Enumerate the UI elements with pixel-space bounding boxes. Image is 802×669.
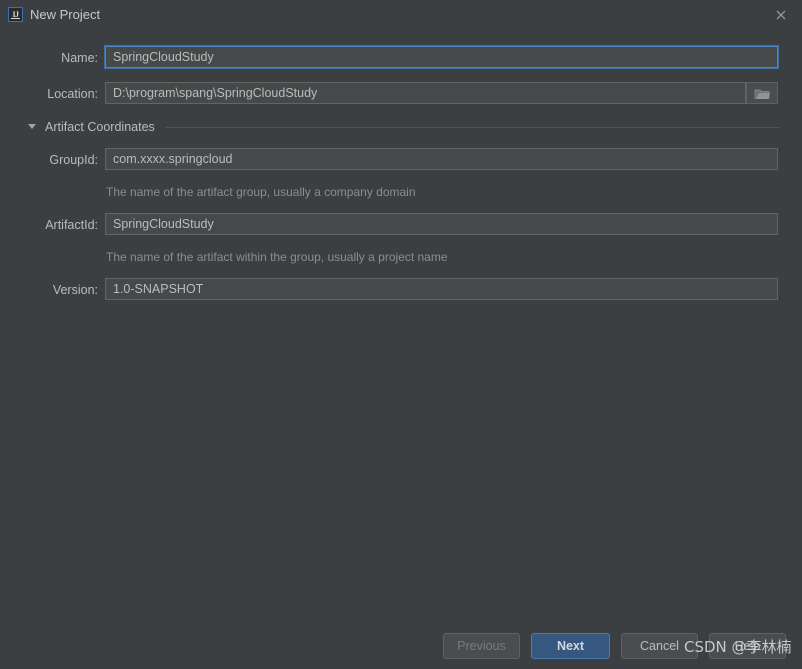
previous-button[interactable]: Previous [443,633,520,659]
name-label: Name: [61,51,98,65]
cancel-button[interactable]: Cancel [621,633,698,659]
next-button[interactable]: Next [531,633,610,659]
artifactid-helper-text: The name of the artifact within the grou… [106,250,448,264]
close-icon[interactable] [772,6,790,24]
section-divider [166,127,780,128]
location-label: Location: [47,87,98,101]
name-input[interactable]: SpringCloudStudy [105,46,778,68]
folder-icon[interactable] [746,82,778,104]
artifact-coordinates-toggle[interactable] [28,124,36,129]
help-button[interactable]: Help [709,633,786,659]
groupid-input[interactable]: com.xxxx.springcloud [105,148,778,170]
groupid-label: GroupId: [49,153,98,167]
version-label: Version: [52,283,98,297]
location-input[interactable]: D:\program\spang\SpringCloudStudy [105,82,746,104]
artifactid-label: ArtifactId: [45,218,98,232]
artifact-coordinates-title: Artifact Coordinates [45,120,155,134]
version-input[interactable]: 1.0-SNAPSHOT [105,278,778,300]
title-bar: IJ New Project [0,0,802,29]
intellij-idea-icon: IJ [8,7,23,22]
groupid-helper-text: The name of the artifact group, usually … [106,185,416,199]
artifactid-input[interactable]: SpringCloudStudy [105,213,778,235]
window-title: New Project [30,7,101,22]
